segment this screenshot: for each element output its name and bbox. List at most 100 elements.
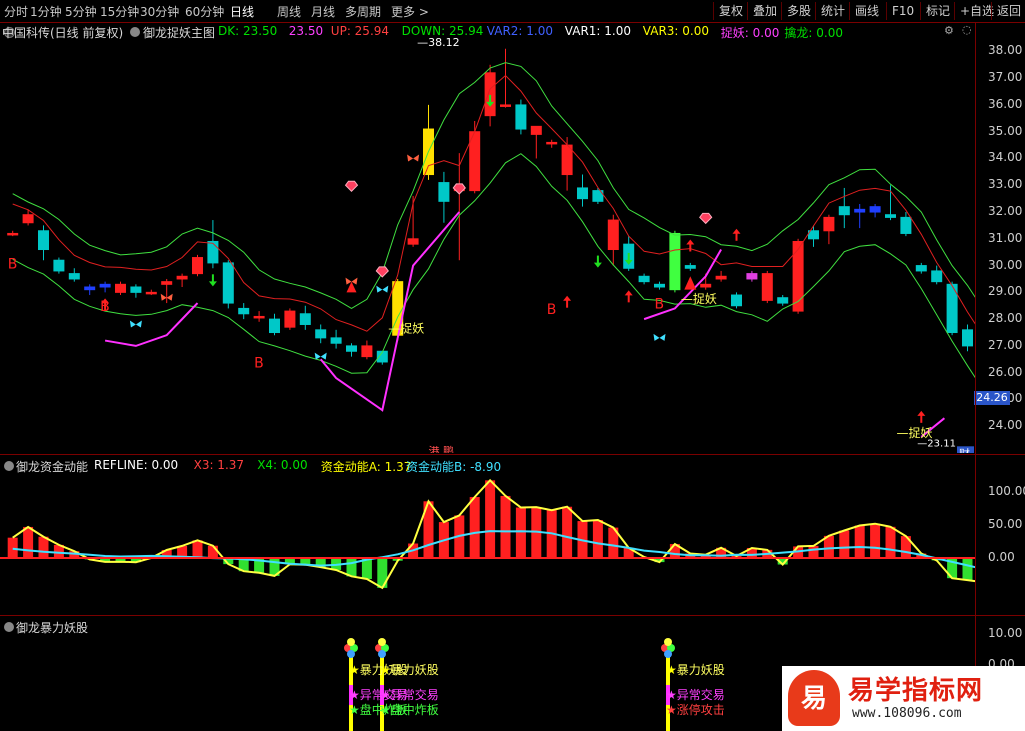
- candle[interactable]: [330, 329, 342, 349]
- momentum-bar: [7, 537, 18, 558]
- period-tab-9[interactable]: 多周期: [345, 3, 381, 20]
- candle[interactable]: [823, 214, 835, 245]
- candle[interactable]: [669, 230, 681, 293]
- candle[interactable]: [607, 214, 619, 266]
- fund-axis-100: 100.00: [988, 484, 1025, 498]
- price-tick-label: 32.00: [988, 204, 1023, 219]
- period-tab-6[interactable]: 日线: [230, 3, 254, 20]
- toolbar-button-8[interactable]: 返回: [991, 2, 1025, 20]
- toolbar-button-4[interactable]: 画线: [849, 2, 884, 20]
- candle[interactable]: [946, 281, 958, 336]
- momentum-bar: [839, 530, 850, 558]
- candle[interactable]: [515, 99, 527, 135]
- period-tab-3[interactable]: 15分钟: [100, 3, 139, 20]
- candle[interactable]: [715, 270, 727, 282]
- butterfly-icon: [407, 154, 420, 162]
- candle[interactable]: [361, 340, 373, 360]
- candle[interactable]: [315, 324, 327, 344]
- candle[interactable]: [577, 174, 588, 207]
- candle[interactable]: [854, 204, 866, 229]
- candle[interactable]: [453, 153, 465, 261]
- candle[interactable]: [222, 260, 234, 309]
- period-tab-5[interactable]: 60分钟: [185, 3, 224, 20]
- candle[interactable]: [207, 220, 219, 269]
- balloon-icon: [375, 638, 389, 658]
- candle[interactable]: [238, 303, 250, 320]
- period-tab-8[interactable]: 月线: [311, 3, 335, 20]
- candle[interactable]: [546, 139, 558, 148]
- candle[interactable]: [638, 273, 650, 285]
- period-tab-4[interactable]: 30分钟: [140, 3, 179, 20]
- candle[interactable]: [731, 292, 742, 309]
- toolbar-button-5[interactable]: F10: [886, 2, 919, 20]
- candle[interactable]: [68, 268, 80, 282]
- fund-momentum-chart[interactable]: [0, 470, 975, 614]
- candle[interactable]: [7, 230, 19, 237]
- period-tab-0[interactable]: 分时: [4, 3, 28, 20]
- up-arrow-icon: [917, 410, 926, 423]
- candle[interactable]: [269, 313, 280, 336]
- buy-signal-label: B: [547, 302, 557, 318]
- candle[interactable]: [761, 270, 773, 304]
- candle[interactable]: [746, 270, 758, 282]
- panel-divider[interactable]: [0, 615, 1025, 616]
- toolbar-button-6[interactable]: 标记: [920, 2, 955, 20]
- candle[interactable]: [99, 281, 111, 293]
- candle[interactable]: [284, 308, 296, 330]
- candle[interactable]: [176, 273, 188, 287]
- candle[interactable]: [299, 305, 311, 330]
- momentum-bar: [885, 526, 896, 558]
- price-tick-label: 36.00: [988, 96, 1023, 111]
- diamond-icon: [344, 180, 359, 192]
- mid-band-line: [12, 74, 975, 332]
- indicator-value-6: VAR3: 0.00: [642, 24, 709, 38]
- candle[interactable]: [530, 125, 542, 159]
- butterfly-icon: [129, 320, 142, 328]
- price-tick-label: 33.00: [988, 177, 1023, 192]
- candle[interactable]: [915, 262, 927, 274]
- candle[interactable]: [423, 104, 434, 180]
- indicator-value-3: DOWN: 25.94: [401, 24, 484, 38]
- candle[interactable]: [777, 295, 789, 306]
- period-tab-2[interactable]: 5分钟: [65, 3, 97, 20]
- fund-axis-50: 50.00: [988, 517, 1023, 531]
- candlestick-chart[interactable]: BBBBB—捉妖—捉妖—捉妖—38.12—23.11港 鹏财: [0, 38, 975, 453]
- candle[interactable]: [869, 204, 881, 218]
- candle[interactable]: [192, 254, 203, 277]
- momentum-bar: [192, 540, 203, 558]
- price-tick-label: 27.00: [988, 337, 1023, 352]
- panel-divider[interactable]: [0, 454, 1025, 455]
- toolbar-button-1[interactable]: 叠加: [747, 2, 782, 20]
- candle[interactable]: [346, 343, 357, 357]
- candle[interactable]: [145, 289, 157, 296]
- period-tab-10[interactable]: 更多 >: [391, 3, 429, 20]
- price-tick-label: 38.00: [988, 43, 1023, 58]
- candle[interactable]: [115, 281, 126, 296]
- signal-label-a3: ★盘中炸板: [380, 703, 439, 717]
- candle[interactable]: [438, 171, 450, 223]
- period-tab-7[interactable]: 周线: [277, 3, 301, 20]
- news-tag: 港 鹏: [429, 445, 455, 453]
- toolbar-button-2[interactable]: 多股: [781, 2, 816, 20]
- candle[interactable]: [376, 350, 388, 365]
- toolbar-button-3[interactable]: 统计: [815, 2, 850, 20]
- lower-band-line: [12, 153, 975, 379]
- candle[interactable]: [53, 257, 65, 274]
- candle[interactable]: [130, 284, 142, 298]
- candle[interactable]: [808, 225, 819, 247]
- candle[interactable]: [962, 324, 973, 352]
- period-tab-1[interactable]: 1分钟: [30, 3, 62, 20]
- candle[interactable]: [684, 262, 696, 271]
- indicator-value-5: VAR1: 1.00: [564, 24, 631, 38]
- candle[interactable]: [592, 187, 604, 204]
- candle[interactable]: [253, 311, 265, 322]
- collapse-icon[interactable]: ◌: [962, 23, 974, 36]
- price-tick-label: 28.00: [988, 311, 1023, 326]
- candle[interactable]: [84, 284, 96, 296]
- indicator-toggle-icon[interactable]: [130, 27, 140, 37]
- gear-icon[interactable]: ⚙: [944, 24, 956, 37]
- toolbar-button-0[interactable]: 复权: [713, 2, 748, 20]
- candle[interactable]: [654, 281, 665, 290]
- candle[interactable]: [838, 187, 850, 229]
- candle[interactable]: [38, 225, 49, 261]
